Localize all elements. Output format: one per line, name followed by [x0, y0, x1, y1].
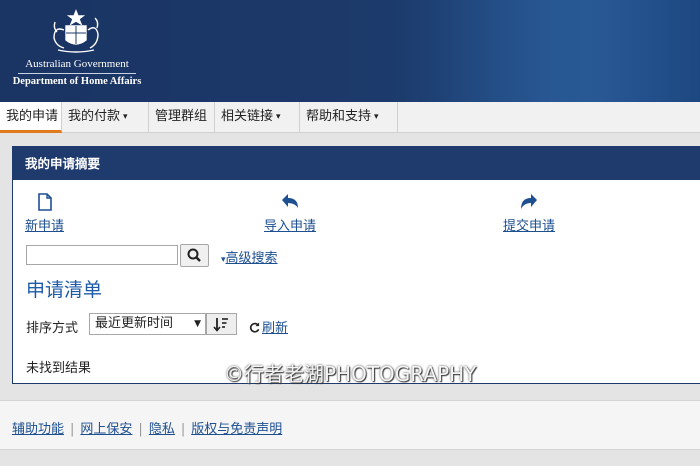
submit-application-button[interactable]: 提交申请 — [503, 193, 555, 234]
photo-watermark: ©行者老湖PHOTOGRAPHY — [224, 362, 477, 386]
nav-item-related-links[interactable]: 相关链接 ▾ — [215, 102, 300, 132]
share-arrow-icon — [521, 194, 537, 209]
advanced-search-link[interactable]: ▾高级搜索 — [221, 247, 278, 266]
chevron-down-icon: ▾ — [276, 112, 281, 122]
footer-divider: | — [180, 422, 186, 437]
department-name: Department of Home Affairs — [12, 76, 142, 87]
import-arrow-icon — [282, 194, 298, 208]
sort-order-button[interactable] — [206, 313, 237, 335]
refresh-icon — [249, 322, 260, 333]
refresh-label: 刷新 — [262, 321, 289, 336]
nav-item-help-support[interactable]: 帮助和支持 ▾ — [300, 102, 398, 132]
advanced-search-label: 高级搜索 — [225, 251, 278, 266]
sort-order-icon — [213, 318, 228, 332]
footer-link-online-security[interactable]: 网上保安 — [80, 422, 132, 437]
site-footer: 辅助功能 | 网上保安 | 隐私 | 版权与免责声明 — [0, 400, 700, 450]
new-document-icon — [37, 193, 52, 211]
footer-divider: | — [70, 422, 75, 437]
nav-item-my-applications[interactable]: 我的申请 — [0, 102, 62, 133]
sort-selected-value: 最近更新时间 — [95, 316, 174, 331]
nav-label: 相关链接 — [221, 109, 274, 124]
new-application-label: 新申请 — [25, 219, 65, 234]
nav-label: 我的申请 — [6, 109, 59, 124]
nav-label: 帮助和支持 — [306, 109, 372, 124]
nav-label: 我的付款 — [68, 109, 121, 124]
panel-title: 我的申请摘要 — [13, 147, 700, 180]
applications-summary-panel: 我的申请摘要 新申请 导入申请 提交申请 ▾高级搜索 申请清单 排序方式 最近更… — [12, 146, 700, 384]
government-name: Australian Government — [18, 58, 136, 74]
footer-link-copyright-disclaimer[interactable]: 版权与免责声明 — [191, 422, 282, 437]
import-application-button[interactable]: 导入申请 — [264, 193, 316, 234]
search-button[interactable] — [180, 244, 209, 267]
refresh-link[interactable]: 刷新 — [249, 317, 288, 336]
chevron-down-icon: ▾ — [374, 112, 379, 122]
footer-link-privacy[interactable]: 隐私 — [149, 422, 175, 437]
coat-of-arms-icon — [53, 9, 99, 53]
submit-application-label: 提交申请 — [503, 219, 556, 234]
nav-label: 管理群组 — [155, 109, 208, 124]
import-application-label: 导入申请 — [264, 219, 317, 234]
nav-item-my-payments[interactable]: 我的付款 ▾ — [62, 102, 149, 132]
footer-divider: | — [138, 422, 143, 437]
search-input[interactable] — [26, 245, 178, 265]
dropdown-arrow-icon: ▼ — [194, 319, 201, 329]
nav-item-manage-groups[interactable]: 管理群组 — [149, 102, 215, 132]
footer-links: 辅助功能 | 网上保安 | 隐私 | 版权与免责声明 — [12, 418, 282, 437]
main-nav: 我的申请 我的付款 ▾ 管理群组 相关链接 ▾ 帮助和支持 ▾ — [0, 102, 700, 133]
application-list-title: 申请清单 — [26, 279, 103, 301]
footer-link-accessibility[interactable]: 辅助功能 — [12, 422, 64, 437]
sort-label: 排序方式 — [26, 321, 79, 336]
site-header: Australian Government Department of Home… — [0, 0, 700, 102]
sort-select[interactable]: 最近更新时间 ▼ — [89, 313, 206, 335]
empty-result-message: 未找到结果 — [26, 361, 92, 376]
header-glow — [430, 0, 700, 102]
new-application-button[interactable]: 新申请 — [25, 193, 64, 234]
search-icon — [187, 248, 201, 262]
chevron-down-icon: ▾ — [123, 112, 128, 122]
